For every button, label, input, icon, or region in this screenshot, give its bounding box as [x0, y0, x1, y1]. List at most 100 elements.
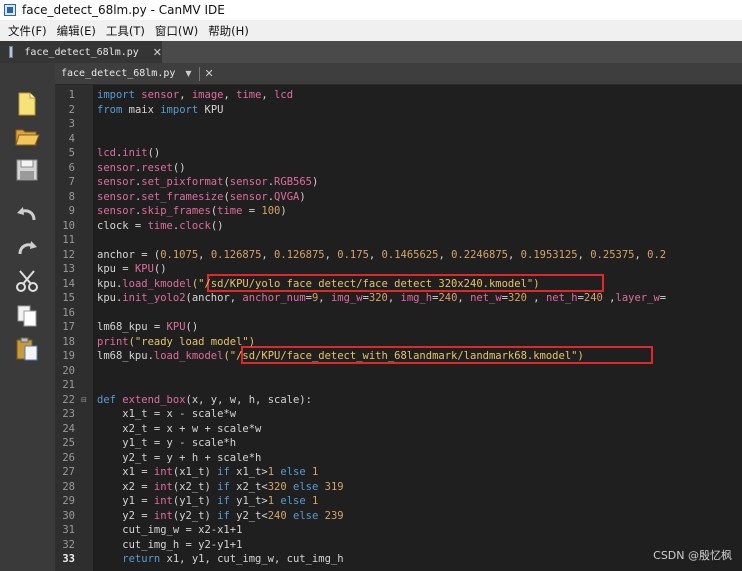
code-line: y2_t = y + h + scale*h: [97, 451, 261, 466]
code-token: int: [153, 509, 173, 522]
tab-close-icon[interactable]: ✕: [153, 46, 162, 59]
code-token: ,: [508, 248, 521, 261]
code-token: (y1_t): [172, 495, 218, 507]
left-toolbar: [0, 63, 55, 571]
code-token: KPU: [198, 103, 224, 116]
code-token: 240: [438, 292, 458, 304]
code-token: ,: [438, 248, 452, 261]
code-token: extend_box: [122, 393, 186, 406]
code-line: sensor.skip_frames(time = 100): [97, 204, 287, 219]
line-number: 23: [62, 408, 75, 420]
line-number: 32: [62, 538, 75, 551]
csdn-watermark: CSDN @殷忆枫: [653, 549, 732, 562]
code-token: if: [217, 509, 230, 522]
code-token: ,: [261, 89, 275, 101]
code-line: lm68_kpu = KPU(): [97, 320, 198, 335]
code-token: import: [160, 103, 199, 116]
paste-icon[interactable]: [14, 336, 40, 362]
menu-file[interactable]: 文件(F): [8, 23, 47, 39]
code-token: net_w: [470, 292, 502, 304]
line-number: 2: [68, 103, 75, 116]
code-token: else: [280, 466, 306, 478]
open-folder-icon[interactable]: [14, 123, 40, 149]
menu-bar: 文件(F) 编辑(E) 工具(T) 窗口(W) 帮助(H): [0, 20, 742, 41]
code-token: int: [153, 466, 173, 478]
code-line: print("ready load model"): [97, 335, 255, 350]
code-token: y2_t = y + h + scale*h: [97, 451, 262, 464]
code-token: skip_frames: [141, 205, 211, 217]
line-number: 12: [62, 248, 75, 261]
code-token: KPU: [134, 263, 154, 275]
save-icon[interactable]: [14, 157, 40, 183]
code-token: 0.2: [647, 248, 667, 261]
code-token: ,: [179, 89, 192, 101]
chevron-down-icon[interactable]: ▼: [185, 69, 191, 78]
code-token: reset: [141, 161, 173, 174]
tab-label: face_detect_68lm.py: [24, 46, 139, 58]
line-number: 10: [62, 219, 75, 232]
menu-window[interactable]: 窗口(W): [155, 23, 198, 39]
redo-icon[interactable]: [14, 235, 40, 261]
new-file-icon[interactable]: [14, 91, 40, 117]
code-line: kpu.load_kmodel("/sd/KPU/yolo face detec…: [97, 277, 540, 292]
copy-icon[interactable]: [14, 303, 40, 329]
code-token: ,: [387, 292, 401, 304]
line-number: 29: [62, 495, 75, 507]
code-token: sensor: [97, 161, 135, 174]
code-line: sensor.set_pixformat(sensor.RGB565): [97, 175, 318, 190]
code-token: 0.2246875: [451, 248, 509, 261]
code-token: cut_img_w = x2-x1+1: [97, 524, 243, 536]
code-line: y1_t = y - scale*h: [97, 436, 236, 451]
code-line: sensor.set_framesize(sensor.QVGA): [97, 190, 306, 205]
code-token: ,: [634, 248, 648, 261]
line-number: 5: [68, 147, 75, 159]
code-line: sensor.reset(): [97, 161, 186, 176]
code-token: init: [122, 147, 148, 159]
menu-tools[interactable]: 工具(T): [106, 23, 145, 39]
editor-close-icon[interactable]: ✕: [205, 67, 214, 80]
line-number: 3: [68, 118, 75, 130]
code-token: y1_t = y - scale*h: [97, 437, 237, 449]
code-token: ,: [526, 292, 546, 304]
code-token: (): [210, 219, 224, 232]
code-editor[interactable]: import sensor, image, time, lcd from maix…: [93, 85, 742, 571]
code-token: x2_t = x + w + scale*w: [97, 422, 262, 435]
code-line: y1 = int(y1_t) if y1_t>1 else 1: [97, 494, 318, 509]
code-token: y2 =: [97, 509, 154, 522]
code-token: 240: [267, 509, 287, 522]
code-token: 0.1075: [160, 248, 199, 261]
code-token: (x1_t): [172, 466, 218, 478]
undo-icon[interactable]: [14, 201, 40, 227]
code-token: ,: [198, 248, 211, 261]
code-token: sensor: [97, 190, 135, 203]
line-number: 31: [62, 524, 75, 536]
code-token: x1_t = x - scale*w: [97, 408, 237, 420]
code-token: lm68_kpu =: [97, 321, 167, 333]
code-token: ,: [577, 248, 591, 261]
code-token: ,: [368, 248, 382, 261]
tab-face-detect[interactable]: face_detect_68lm.py ✕: [0, 41, 162, 63]
cut-icon[interactable]: [14, 268, 40, 294]
code-token: (): [185, 321, 199, 333]
line-number: 24: [62, 422, 75, 435]
code-token: ): [280, 205, 287, 217]
line-number: 30: [62, 509, 75, 522]
code-token: time: [147, 219, 173, 232]
code-line: from maix import KPU: [97, 103, 223, 118]
code-token: x2 =: [97, 480, 154, 493]
code-token: print: [97, 335, 129, 348]
code-token: net_h: [545, 292, 578, 304]
code-token: 0.1465625: [381, 248, 439, 261]
menu-help[interactable]: 帮助(H): [208, 23, 249, 39]
code-token: ("/sd/KPU/yolo face detect/face detect 3…: [191, 277, 540, 290]
code-token: load_kmodel: [122, 277, 192, 290]
fold-toggle-icon[interactable]: ⊟: [81, 396, 88, 404]
code-token: sensor: [97, 205, 135, 217]
menu-edit[interactable]: 编辑(E): [57, 23, 96, 39]
code-token: 239: [324, 509, 344, 522]
code-token: ("/sd/KPU/face_detect_with_68landmark/la…: [223, 350, 584, 362]
code-token: 100: [261, 205, 281, 217]
line-number: 28: [62, 480, 75, 493]
code-token: return: [97, 553, 161, 565]
editor-file-selector[interactable]: face_detect_68lm.py: [61, 68, 175, 79]
